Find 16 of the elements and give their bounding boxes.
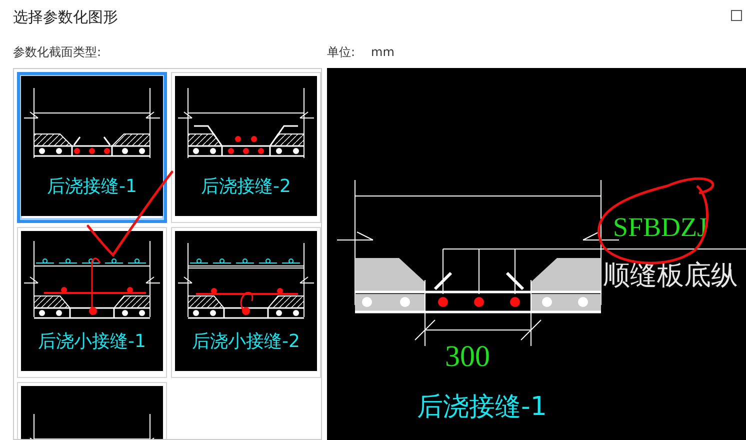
shape-option[interactable]: 后浇接缝-1 xyxy=(17,72,167,223)
window-title: 选择参数化图形 xyxy=(13,7,118,28)
unit-value: mm xyxy=(371,44,394,60)
shape-option[interactable]: 后浇小接缝-2 xyxy=(171,227,321,378)
preview-caption: 后浇接缝-1 xyxy=(417,392,547,422)
shape-option[interactable]: 后浇小接缝-1 xyxy=(17,227,167,378)
dimension-label: 300 xyxy=(445,340,490,373)
shape-label: 后浇小接缝-2 xyxy=(192,331,300,353)
maximize-icon[interactable] xyxy=(731,10,742,21)
shape-label: 后浇小接缝-1 xyxy=(38,331,146,353)
shape-label: 后浇接缝-2 xyxy=(201,176,291,198)
unit-label: 单位: xyxy=(327,44,356,60)
section-type-label: 参数化截面类型: xyxy=(13,44,102,60)
rebar-name-label: 顺缝板底纵 xyxy=(603,260,738,291)
shape-label: 后浇接缝-1 xyxy=(47,176,137,198)
shape-option[interactable]: 后浇接缝-2 xyxy=(171,72,321,223)
